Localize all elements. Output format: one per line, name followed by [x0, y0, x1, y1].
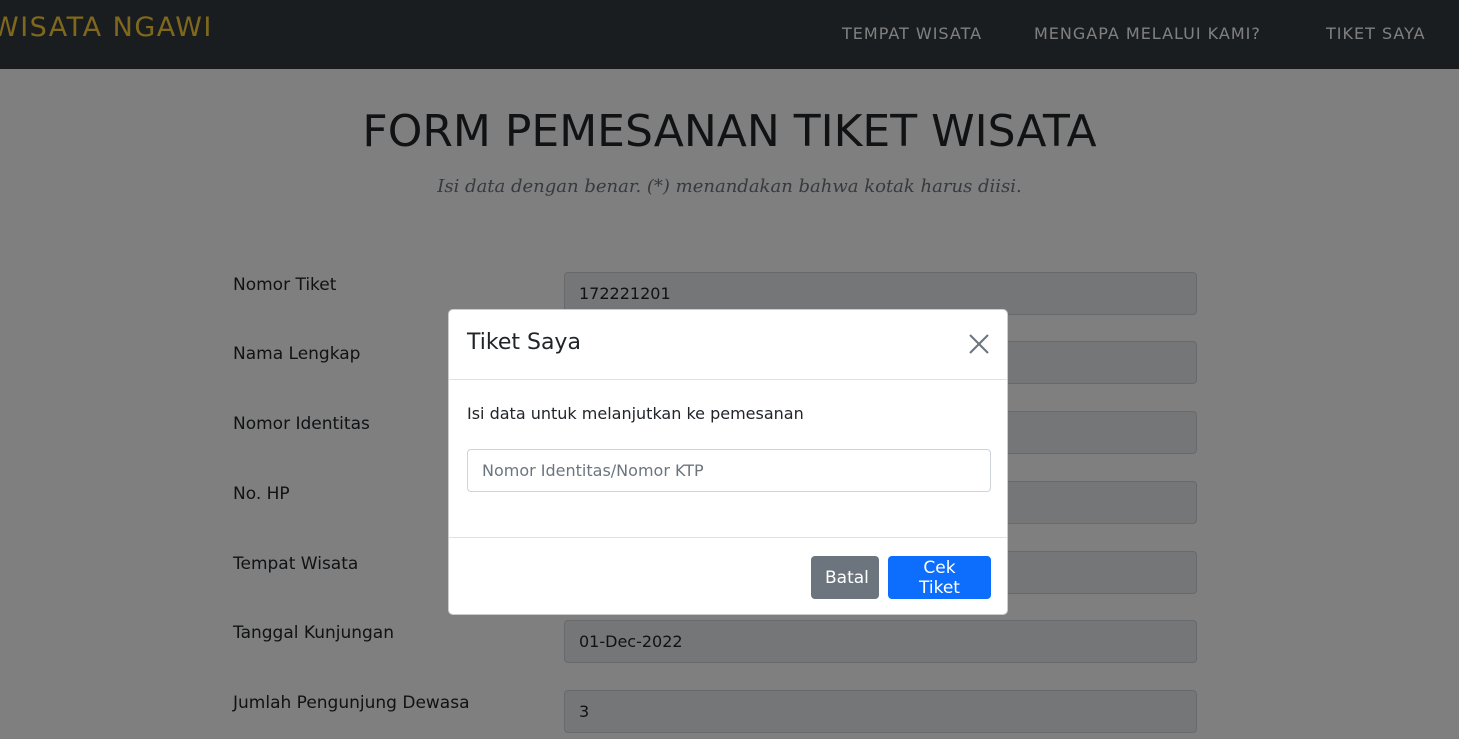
close-icon — [969, 334, 989, 354]
cek-tiket-button[interactable]: Cek Tiket — [888, 556, 991, 599]
tiket-saya-modal: Tiket Saya Isi data untuk melanjutkan ke… — [448, 309, 1008, 615]
modal-header: Tiket Saya — [449, 310, 1007, 380]
modal-footer: Batal Cek Tiket — [449, 537, 1007, 616]
close-button[interactable] — [967, 332, 991, 356]
modal-body-text: Isi data untuk melanjutkan ke pemesanan — [467, 404, 804, 423]
nomor-identitas-input[interactable] — [467, 449, 991, 492]
cancel-button[interactable]: Batal — [811, 556, 879, 599]
modal-title: Tiket Saya — [467, 330, 581, 355]
